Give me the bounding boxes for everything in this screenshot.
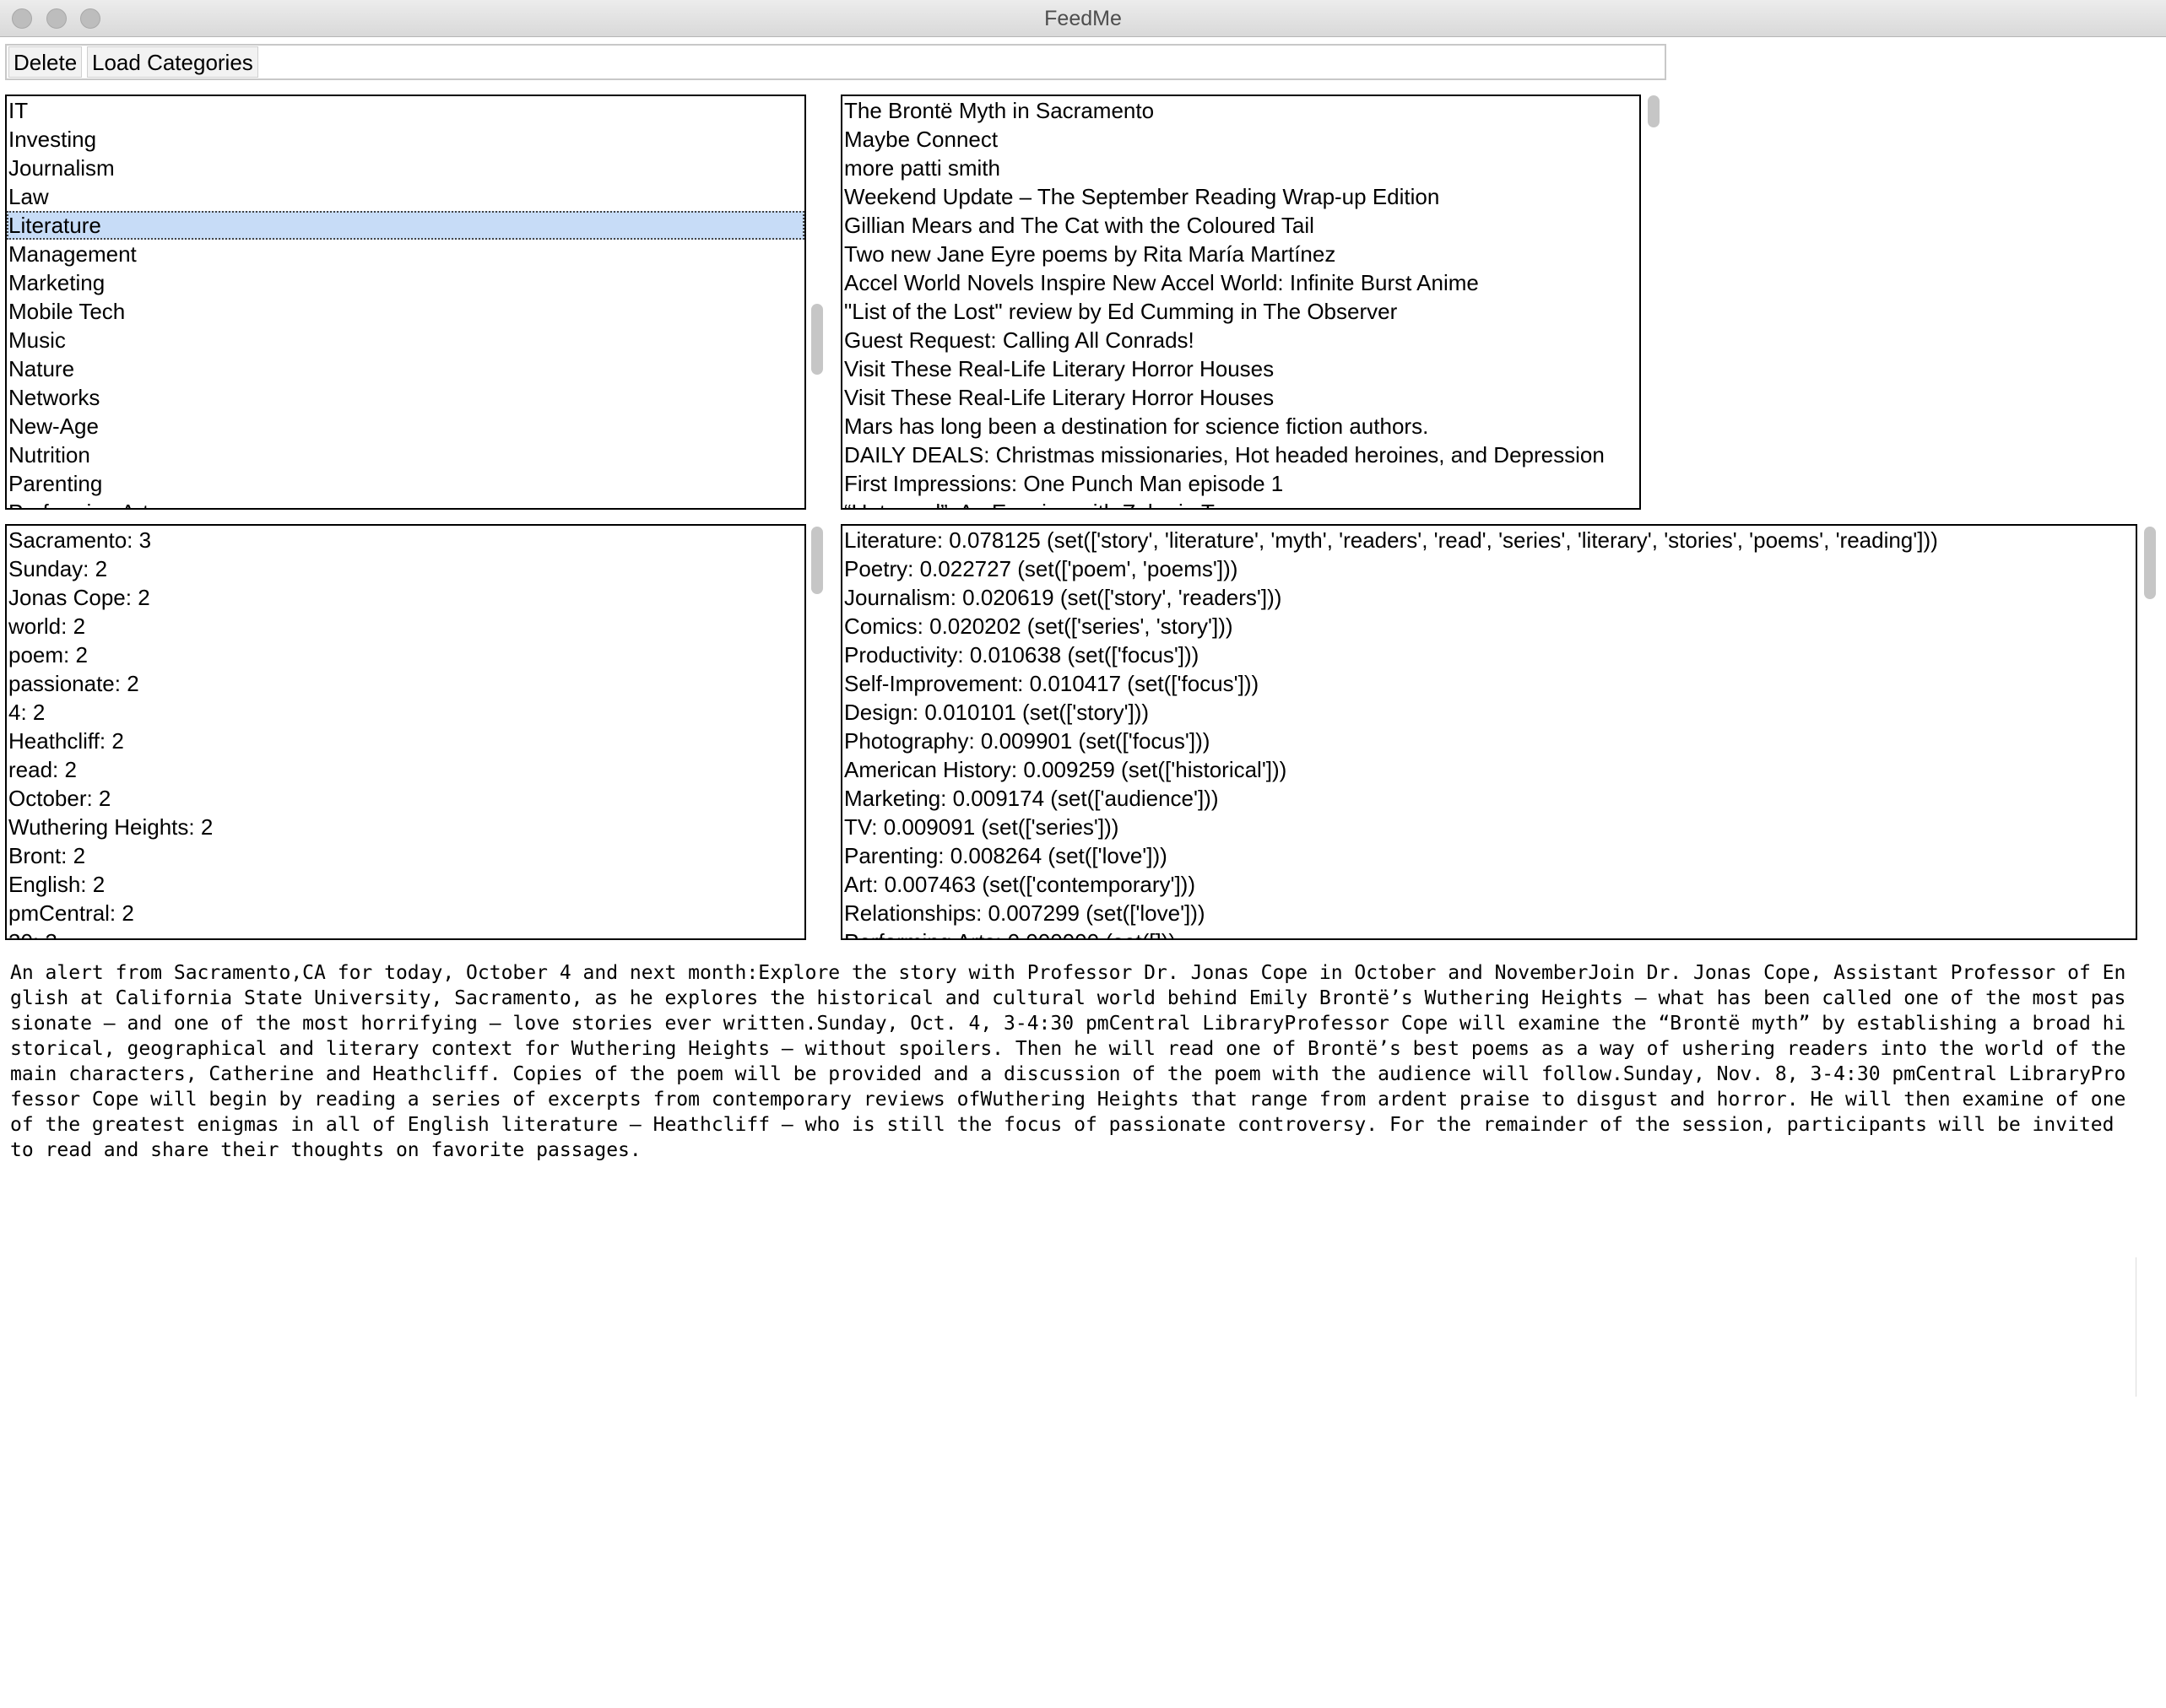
category-score-item[interactable]: Self-Improvement: 0.010417 (set(['focus'…	[842, 669, 2136, 698]
category-score-item[interactable]: Literature: 0.078125 (set(['story', 'lit…	[842, 526, 2136, 554]
article-list-item[interactable]: Maybe Connect	[842, 125, 1639, 154]
keyword-list-item[interactable]: Sacramento: 3	[7, 526, 804, 554]
article-list-item[interactable]: DAILY DEALS: Christmas missionaries, Hot…	[842, 441, 1639, 469]
category-score-item[interactable]: Marketing: 0.009174 (set(['audience']))	[842, 784, 2136, 813]
article-list-item[interactable]: The Brontë Myth in Sacramento	[842, 96, 1639, 125]
category-list-item[interactable]: Nature	[7, 354, 804, 383]
category-list-item[interactable]: Networks	[7, 383, 804, 412]
category-list-item[interactable]: Journalism	[7, 154, 804, 182]
window-title: FeedMe	[1044, 7, 1122, 30]
keyword-list-item[interactable]: 30: 2	[7, 927, 804, 938]
category-list-item[interactable]: Law	[7, 182, 804, 211]
category-list-item[interactable]: Literature	[7, 211, 804, 240]
category-list-item[interactable]: Mobile Tech	[7, 297, 804, 326]
article-list-item[interactable]: “Untamed”: An Evening with Zakaria Tamer	[842, 498, 1639, 508]
title-bar: FeedMe	[0, 0, 2166, 37]
category-list-item[interactable]: New-Age	[7, 412, 804, 441]
category-score-item[interactable]: Productivity: 0.010638 (set(['focus']))	[842, 640, 2136, 669]
article-list-item[interactable]: more patti smith	[842, 154, 1639, 182]
category-score-item[interactable]: Design: 0.010101 (set(['story']))	[842, 698, 2136, 727]
category-list-item[interactable]: Parenting	[7, 469, 804, 498]
keyword-list-item[interactable]: 4: 2	[7, 698, 804, 727]
category-list-item[interactable]: Nutrition	[7, 441, 804, 469]
category-score-item[interactable]: Parenting: 0.008264 (set(['love']))	[842, 841, 2136, 870]
article-list[interactable]: The Brontë Myth in Sacramento Maybe Conne…	[841, 95, 1641, 510]
article-list-item[interactable]: "List of the Lost" review by Ed Cumming …	[842, 297, 1639, 326]
article-list-item[interactable]: Visit These Real-Life Literary Horror Ho…	[842, 383, 1639, 412]
category-list[interactable]: IT Investing Journalism Law Literature Manage…	[5, 95, 806, 510]
keyword-list-item[interactable]: Wuthering Heights: 2	[7, 813, 804, 841]
category-score-item[interactable]: Comics: 0.020202 (set(['series', 'story'…	[842, 612, 2136, 640]
load-categories-button[interactable]: Load Categories	[87, 46, 258, 78]
category-score-item[interactable]: Poetry: 0.022727 (set(['poem', 'poems'])…	[842, 554, 2136, 583]
keyword-list-item[interactable]: English: 2	[7, 870, 804, 899]
category-score-list-scrollbar[interactable]	[2144, 527, 2156, 599]
keyword-list-item[interactable]: Jonas Cope: 2	[7, 583, 804, 612]
category-score-item[interactable]: Relationships: 0.007299 (set(['love']))	[842, 899, 2136, 927]
delete-button[interactable]: Delete	[8, 46, 83, 78]
category-score-item[interactable]: Art: 0.007463 (set(['contemporary']))	[842, 870, 2136, 899]
category-list-item[interactable]: IT	[7, 96, 804, 125]
article-list-item[interactable]: Accel World Novels Inspire New Accel Wor…	[842, 268, 1639, 297]
toolbar: Delete Load Categories	[5, 44, 1666, 80]
category-score-item[interactable]: TV: 0.009091 (set(['series']))	[842, 813, 2136, 841]
category-list-item[interactable]: Music	[7, 326, 804, 354]
keyword-list-item[interactable]: poem: 2	[7, 640, 804, 669]
article-list-item[interactable]: Mars has long been a destination for sci…	[842, 412, 1639, 441]
article-list-item[interactable]: Visit These Real-Life Literary Horror Ho…	[842, 354, 1639, 383]
keyword-list-item[interactable]: world: 2	[7, 612, 804, 640]
keyword-list-item[interactable]: October: 2	[7, 784, 804, 813]
keyword-list-scrollbar[interactable]	[811, 527, 823, 594]
category-score-item[interactable]: Journalism: 0.020619 (set(['story', 'rea…	[842, 583, 2136, 612]
keyword-list-item[interactable]: Heathcliff: 2	[7, 727, 804, 755]
category-score-item[interactable]: Performing Arts: 0.000000 (set([]))	[842, 927, 2136, 938]
keyword-list-item[interactable]: pmCentral: 2	[7, 899, 804, 927]
category-list-item[interactable]: Marketing	[7, 268, 804, 297]
keyword-list[interactable]: Sacramento: 3 Sunday: 2 Jonas Cope: 2 world…	[5, 524, 806, 940]
keyword-list-item[interactable]: read: 2	[7, 755, 804, 784]
category-list-item[interactable]: Investing	[7, 125, 804, 154]
article-list-item[interactable]: Gillian Mears and The Cat with the Colou…	[842, 211, 1639, 240]
article-list-item[interactable]: Two new Jane Eyre poems by Rita María Ma…	[842, 240, 1639, 268]
category-list-item[interactable]: Performing Arts	[7, 498, 804, 508]
category-list-scrollbar[interactable]	[811, 304, 823, 375]
keyword-list-item[interactable]: passionate: 2	[7, 669, 804, 698]
keyword-list-item[interactable]: Sunday: 2	[7, 554, 804, 583]
article-list-scrollbar[interactable]	[1648, 95, 1660, 127]
category-score-list[interactable]: Literature: 0.078125 (set(['story', 'lit…	[841, 524, 2137, 940]
article-list-item[interactable]: First Impressions: One Punch Man episode…	[842, 469, 1639, 498]
keyword-list-item[interactable]: Bront: 2	[7, 841, 804, 870]
category-list-item[interactable]: Management	[7, 240, 804, 268]
article-list-item[interactable]: Guest Request: Calling All Conrads!	[842, 326, 1639, 354]
category-score-item[interactable]: American History: 0.009259 (set(['histor…	[842, 755, 2136, 784]
article-text: An alert from Sacramento,CA for today, O…	[10, 962, 2138, 1161]
article-list-item[interactable]: Weekend Update – The September Reading W…	[842, 182, 1639, 211]
category-score-item[interactable]: Photography: 0.009901 (set(['focus']))	[842, 727, 2136, 755]
